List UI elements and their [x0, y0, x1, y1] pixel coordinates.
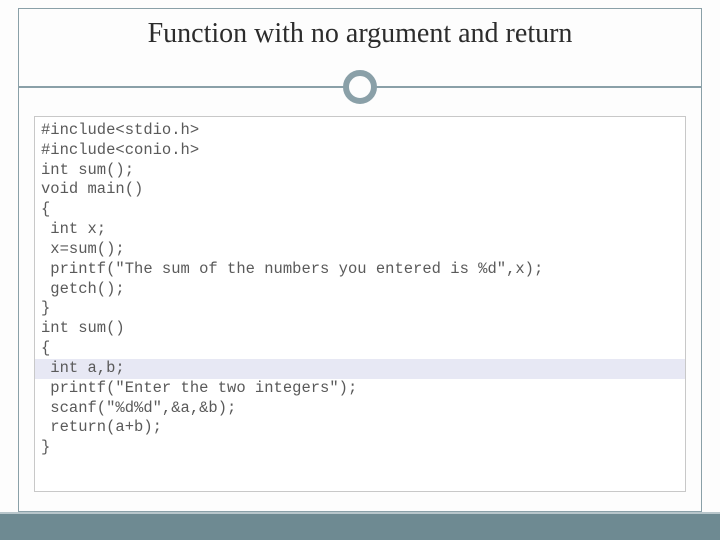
code-line: printf("Enter the two integers"); — [41, 379, 679, 399]
code-line: scanf("%d%d",&a,&b); — [41, 399, 679, 419]
code-line: #include<stdio.h> — [41, 121, 679, 141]
code-line: int sum(); — [41, 161, 679, 181]
code-line: { — [41, 339, 679, 359]
footer-bar — [0, 514, 720, 540]
code-line: #include<conio.h> — [41, 141, 679, 161]
code-block: #include<stdio.h> #include<conio.h> int … — [34, 116, 686, 492]
slide-title: Function with no argument and return — [0, 18, 720, 50]
code-line: printf("The sum of the numbers you enter… — [41, 260, 679, 280]
code-line-highlighted: int a,b; — [35, 359, 685, 379]
code-line: void main() — [41, 180, 679, 200]
code-line: } — [41, 438, 679, 458]
code-line: getch(); — [41, 280, 679, 300]
code-line: int x; — [41, 220, 679, 240]
code-line: x=sum(); — [41, 240, 679, 260]
code-line: return(a+b); — [41, 418, 679, 438]
code-line: int sum() — [41, 319, 679, 339]
code-line: } — [41, 299, 679, 319]
ring-decoration — [343, 70, 377, 104]
code-line: { — [41, 200, 679, 220]
